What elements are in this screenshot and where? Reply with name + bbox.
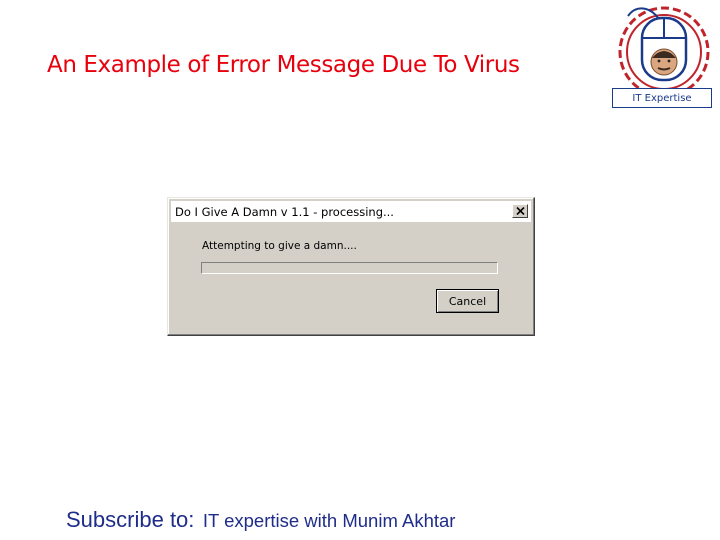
dialog-titlebar[interactable]: Do I Give A Damn v 1.1 - processing... [171, 201, 531, 222]
channel-name[interactable]: IT expertise with Munim Akhtar [203, 510, 456, 531]
close-button[interactable] [512, 204, 528, 218]
close-icon [515, 207, 525, 215]
slide-title: An Example of Error Message Due To Virus [47, 52, 520, 78]
progress-bar [201, 262, 498, 274]
logo: IT Expertise [608, 2, 720, 114]
footer: Subscribe to: IT expertise with Munim Ak… [66, 507, 455, 533]
progress-dialog: Do I Give A Damn v 1.1 - processing... A… [167, 197, 535, 336]
logo-badge: IT Expertise [612, 88, 712, 108]
cancel-button[interactable]: Cancel [436, 289, 499, 313]
dialog-message: Attempting to give a damn.... [202, 240, 357, 252]
dialog-title: Do I Give A Damn v 1.1 - processing... [175, 204, 394, 219]
subscribe-label: Subscribe to: [66, 507, 195, 532]
